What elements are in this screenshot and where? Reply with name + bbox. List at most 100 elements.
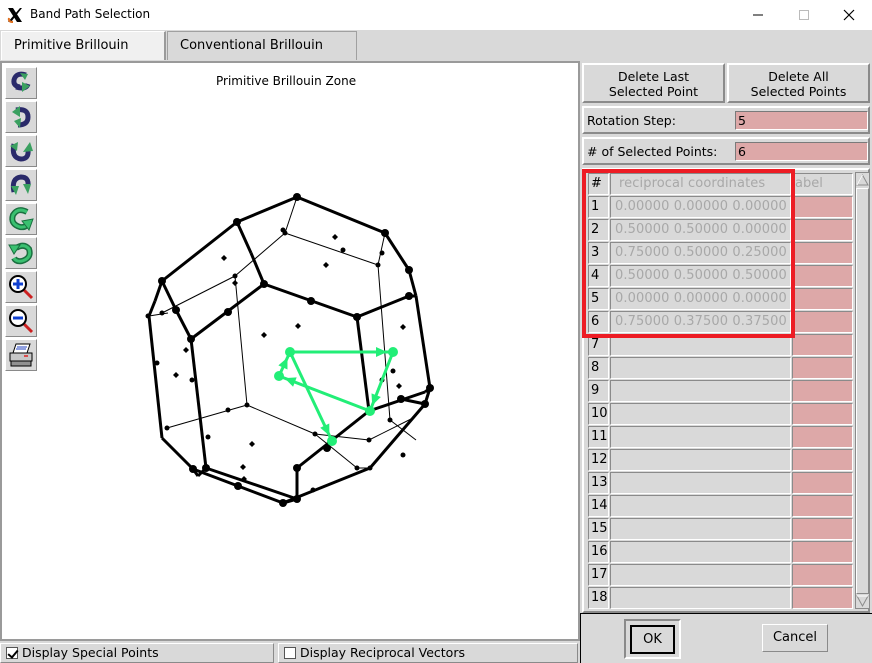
rotate-counterclockwise-button[interactable] (5, 237, 37, 269)
row-label-input[interactable] (792, 265, 853, 287)
bz-face-center-point[interactable] (261, 332, 267, 338)
bz-edge-point[interactable] (232, 273, 238, 279)
table-row[interactable]: 8 (588, 357, 853, 380)
bz-vertex-point[interactable] (233, 218, 241, 226)
bz-face-center-point[interactable] (295, 323, 301, 329)
bz-edge-point[interactable] (159, 310, 165, 316)
rotate-clockwise-button[interactable] (5, 203, 37, 235)
delete-last-point-button[interactable]: Delete Last Selected Point (582, 63, 725, 103)
bz-edge-point[interactable] (387, 417, 393, 423)
table-row[interactable]: 14 (588, 495, 853, 518)
bz-edge-point[interactable] (164, 425, 170, 431)
bz-vertex-point[interactable] (405, 292, 413, 300)
table-row[interactable]: 17 (588, 564, 853, 587)
bz-face-center-point[interactable] (400, 324, 406, 330)
bz-face-center-point[interactable] (173, 372, 179, 378)
bz-edge-point[interactable] (154, 360, 160, 366)
row-label-input[interactable] (792, 311, 853, 333)
bz-edge-point[interactable] (375, 262, 381, 268)
table-row[interactable]: 3 0.75000 0.50000 0.25000 (588, 242, 853, 265)
table-row[interactable]: 1 0.00000 0.00000 0.00000 (588, 196, 853, 219)
bz-vertex-point[interactable] (421, 400, 429, 408)
bz-vertex-point[interactable] (307, 297, 315, 305)
kpath-selected-point[interactable] (285, 347, 295, 357)
ok-button[interactable]: OK (630, 625, 675, 654)
scroll-down-arrow-icon[interactable] (856, 594, 869, 608)
bz-vertex-point[interactable] (405, 266, 413, 274)
bz-edge-point[interactable] (390, 368, 396, 374)
row-label-input[interactable] (792, 357, 853, 379)
bz-vertex-point[interactable] (158, 277, 166, 285)
row-label-input[interactable] (792, 288, 853, 310)
bz-vertex-point[interactable] (189, 465, 197, 473)
row-label-input[interactable] (792, 426, 853, 448)
bz-edge-point[interactable] (189, 377, 195, 383)
row-label-input[interactable] (792, 518, 853, 540)
print-button[interactable] (5, 339, 37, 371)
table-row[interactable]: 10 (588, 403, 853, 426)
kpath-selected-point[interactable] (388, 347, 398, 357)
bz-face-center-point[interactable] (183, 347, 189, 353)
bz-edge-point[interactable] (340, 247, 346, 253)
bz-edge-point[interactable] (225, 407, 231, 413)
bz-vertex-point[interactable] (224, 308, 232, 316)
table-scrollbar[interactable] (855, 172, 870, 609)
rotate-up-button[interactable] (5, 67, 37, 99)
bz-vertex-point[interactable] (293, 193, 301, 201)
bz-vertex-point[interactable] (279, 499, 287, 507)
rotate-left-button[interactable] (5, 135, 37, 167)
table-row[interactable]: 4 0.50000 0.50000 0.50000 (588, 265, 853, 288)
delete-all-points-button[interactable]: Delete All Selected Points (727, 63, 870, 103)
tab-primary-brillouin-zone[interactable]: Primitive Brillouin Zone (1, 31, 166, 81)
bz-face-center-point[interactable] (221, 255, 227, 261)
bz-face-center-point[interactable] (332, 234, 338, 240)
table-row[interactable]: 12 (588, 449, 853, 472)
rotate-down-button[interactable] (5, 101, 37, 133)
kpath-selected-point[interactable] (327, 436, 337, 446)
table-row[interactable]: 7 (588, 334, 853, 357)
rotation-step-input[interactable]: 5 (735, 111, 868, 130)
table-row[interactable]: 16 (588, 541, 853, 564)
brillouin-zone-canvas[interactable]: Primitive Brillouin Zone (0, 61, 580, 641)
bz-edge-point[interactable] (366, 437, 372, 443)
checkbox-checked-icon[interactable] (6, 647, 18, 659)
bz-vertex-point[interactable] (293, 495, 301, 503)
bz-vertex-point[interactable] (381, 229, 389, 237)
row-label-input[interactable] (792, 380, 853, 402)
table-row[interactable]: 9 (588, 380, 853, 403)
row-label-input[interactable] (792, 495, 853, 517)
table-row[interactable]: 11 (588, 426, 853, 449)
bz-vertex-point[interactable] (293, 464, 301, 472)
bz-face-center-point[interactable] (396, 383, 402, 389)
bz-edge-point[interactable] (312, 431, 318, 437)
display-special-points-checkbox[interactable]: Display Special Points (0, 643, 274, 663)
bz-vertex-point[interactable] (234, 482, 242, 490)
bz-vertex-point[interactable] (202, 464, 210, 472)
bz-edge-point[interactable] (280, 227, 286, 233)
tab-conventional-brillouin-zone[interactable]: Conventional Brillouin Zone (167, 31, 357, 81)
table-row[interactable]: 5 0.00000 0.00000 0.00000 (588, 288, 853, 311)
display-reciprocal-vectors-checkbox[interactable]: Display Reciprocal Vectors (278, 643, 578, 663)
bz-edge-point[interactable] (145, 313, 151, 319)
bz-vertex-point[interactable] (353, 313, 361, 321)
row-label-input[interactable] (792, 242, 853, 264)
bz-edge-point[interactable] (367, 465, 373, 471)
zoom-out-button[interactable] (5, 305, 37, 337)
brillouin-zone-drawing[interactable] (2, 63, 578, 639)
row-label-input[interactable] (792, 449, 853, 471)
bz-vertex-point[interactable] (397, 395, 405, 403)
bz-face-center-point[interactable] (232, 280, 238, 286)
close-button[interactable] (826, 0, 872, 30)
bz-face-center-point[interactable] (249, 441, 255, 447)
row-label-input[interactable] (792, 403, 853, 425)
maximize-button[interactable] (781, 0, 827, 30)
row-label-input[interactable] (792, 541, 853, 563)
bz-edge-point[interactable] (379, 250, 385, 256)
bz-vertex-point[interactable] (172, 306, 180, 314)
bz-edge-point[interactable] (244, 402, 250, 408)
kpath-selected-point[interactable] (274, 371, 284, 381)
bz-vertex-point[interactable] (426, 384, 434, 392)
bz-vertex-point[interactable] (260, 280, 268, 288)
bz-edge-point[interactable] (205, 434, 211, 440)
table-row[interactable]: 18 (588, 587, 853, 610)
